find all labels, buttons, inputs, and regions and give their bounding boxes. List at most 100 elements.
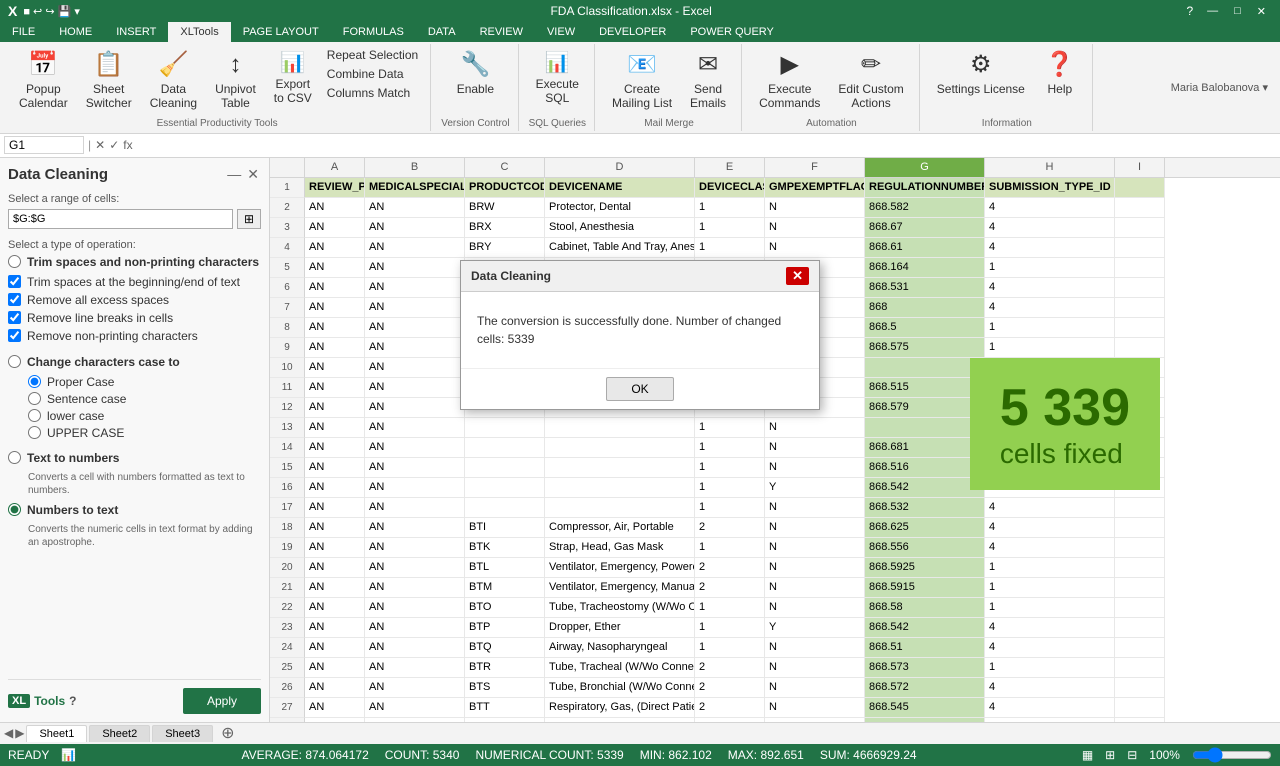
cell-G16[interactable]: 868.542 bbox=[865, 478, 985, 498]
help-button[interactable]: ❓ Help bbox=[1036, 46, 1084, 101]
cell-H22[interactable]: 1 bbox=[985, 598, 1115, 618]
cell-A5[interactable]: AN bbox=[305, 258, 365, 278]
cell-I2[interactable] bbox=[1115, 198, 1165, 218]
cell-B25[interactable]: AN bbox=[365, 658, 465, 678]
zoom-break-icon[interactable]: ⊟ bbox=[1127, 748, 1137, 762]
zoom-normal-icon[interactable]: ▦ bbox=[1082, 748, 1093, 762]
cell-G13[interactable] bbox=[865, 418, 985, 438]
cell-A9[interactable]: AN bbox=[305, 338, 365, 358]
apply-button[interactable]: Apply bbox=[183, 688, 261, 714]
cell-b1[interactable]: MEDICALSPECIALTY bbox=[365, 178, 465, 198]
cell-C19[interactable]: BTK bbox=[465, 538, 545, 558]
cell-C22[interactable]: BTO bbox=[465, 598, 545, 618]
settings-license-button[interactable]: ⚙ Settings License bbox=[930, 46, 1032, 101]
cell-I4[interactable] bbox=[1115, 238, 1165, 258]
cell-G5[interactable]: 868.164 bbox=[865, 258, 985, 278]
cell-B13[interactable]: AN bbox=[365, 418, 465, 438]
remove-non-printing-check[interactable] bbox=[8, 329, 21, 342]
cell-D24[interactable]: Airway, Nasopharyngeal bbox=[545, 638, 695, 658]
zoom-page-icon[interactable]: ⊞ bbox=[1105, 748, 1115, 762]
cell-H24[interactable]: 4 bbox=[985, 638, 1115, 658]
cell-D4[interactable]: Cabinet, Table And Tray, Anesthesia bbox=[545, 238, 695, 258]
cell-I26[interactable] bbox=[1115, 678, 1165, 698]
cell-A11[interactable]: AN bbox=[305, 378, 365, 398]
cell-A13[interactable]: AN bbox=[305, 418, 365, 438]
cell-I21[interactable] bbox=[1115, 578, 1165, 598]
cell-E16[interactable]: 1 bbox=[695, 478, 765, 498]
cell-I8[interactable] bbox=[1115, 318, 1165, 338]
cell-A18[interactable]: AN bbox=[305, 518, 365, 538]
cell-A17[interactable]: AN bbox=[305, 498, 365, 518]
popup-calendar-button[interactable]: 📅 PopupCalendar bbox=[12, 46, 75, 116]
cell-H25[interactable]: 1 bbox=[985, 658, 1115, 678]
cell-E23[interactable]: 1 bbox=[695, 618, 765, 638]
cell-B6[interactable]: AN bbox=[365, 278, 465, 298]
remove-line-breaks-check[interactable] bbox=[8, 311, 21, 324]
sidebar-minimize-button[interactable]: — bbox=[225, 166, 243, 183]
cell-I9[interactable] bbox=[1115, 338, 1165, 358]
cell-F22[interactable]: N bbox=[765, 598, 865, 618]
cell-C13[interactable] bbox=[465, 418, 545, 438]
cell-H19[interactable]: 4 bbox=[985, 538, 1115, 558]
cell-F24[interactable]: N bbox=[765, 638, 865, 658]
cell-B9[interactable]: AN bbox=[365, 338, 465, 358]
cell-D3[interactable]: Stool, Anesthesia bbox=[545, 218, 695, 238]
cell-G21[interactable]: 868.5915 bbox=[865, 578, 985, 598]
cell-H5[interactable]: 1 bbox=[985, 258, 1115, 278]
send-emails-button[interactable]: ✉ SendEmails bbox=[683, 46, 733, 116]
col-header-i[interactable]: I bbox=[1115, 158, 1165, 177]
unpivot-table-button[interactable]: ↕ UnpivotTable bbox=[208, 46, 263, 116]
cell-A7[interactable]: AN bbox=[305, 298, 365, 318]
cell-B24[interactable]: AN bbox=[365, 638, 465, 658]
cell-I20[interactable] bbox=[1115, 558, 1165, 578]
cell-B10[interactable]: AN bbox=[365, 358, 465, 378]
dialog-ok-button[interactable]: OK bbox=[606, 377, 673, 401]
cell-E4[interactable]: 1 bbox=[695, 238, 765, 258]
cell-D14[interactable] bbox=[545, 438, 695, 458]
cell-F4[interactable]: N bbox=[765, 238, 865, 258]
cell-e1[interactable]: DEVICECLASS bbox=[695, 178, 765, 198]
cell-C23[interactable]: BTP bbox=[465, 618, 545, 638]
tab-home[interactable]: HOME bbox=[47, 22, 104, 42]
cell-I5[interactable] bbox=[1115, 258, 1165, 278]
trim-radio[interactable] bbox=[8, 255, 21, 268]
cell-C3[interactable]: BRX bbox=[465, 218, 545, 238]
cell-F27[interactable]: N bbox=[765, 698, 865, 718]
export-csv-button[interactable]: 📊 Exportto CSV bbox=[267, 46, 319, 111]
cell-I24[interactable] bbox=[1115, 638, 1165, 658]
zoom-slider[interactable] bbox=[1192, 747, 1272, 763]
cell-C20[interactable]: BTL bbox=[465, 558, 545, 578]
cell-F3[interactable]: N bbox=[765, 218, 865, 238]
cell-D25[interactable]: Tube, Tracheal (W/Wo Connector) bbox=[545, 658, 695, 678]
execute-commands-button[interactable]: ▶ ExecuteCommands bbox=[752, 46, 827, 116]
cell-B4[interactable]: AN bbox=[365, 238, 465, 258]
cell-A6[interactable]: AN bbox=[305, 278, 365, 298]
cell-D17[interactable] bbox=[545, 498, 695, 518]
col-header-b[interactable]: B bbox=[365, 158, 465, 177]
cell-D15[interactable] bbox=[545, 458, 695, 478]
cell-A24[interactable]: AN bbox=[305, 638, 365, 658]
cell-H23[interactable]: 4 bbox=[985, 618, 1115, 638]
sheet-tab-3[interactable]: Sheet3 bbox=[152, 725, 213, 742]
cell-E21[interactable]: 2 bbox=[695, 578, 765, 598]
columns-match-button[interactable]: Columns Match bbox=[323, 84, 422, 102]
cell-f1[interactable]: GMPEXEMPTFLAG bbox=[765, 178, 865, 198]
col-header-f[interactable]: F bbox=[765, 158, 865, 177]
cell-D2[interactable]: Protector, Dental bbox=[545, 198, 695, 218]
tab-xltools[interactable]: XLTools bbox=[168, 22, 230, 42]
cell-I23[interactable] bbox=[1115, 618, 1165, 638]
cell-E24[interactable]: 1 bbox=[695, 638, 765, 658]
tab-file[interactable]: FILE bbox=[0, 22, 47, 42]
cell-F13[interactable]: N bbox=[765, 418, 865, 438]
cell-C26[interactable]: BTS bbox=[465, 678, 545, 698]
case-radio[interactable] bbox=[8, 355, 21, 368]
help-sidebar-icon[interactable]: ? bbox=[69, 694, 76, 708]
col-header-a[interactable]: A bbox=[305, 158, 365, 177]
dialog-close-button[interactable]: ✕ bbox=[786, 267, 809, 285]
tab-view[interactable]: VIEW bbox=[535, 22, 587, 42]
cell-E17[interactable]: 1 bbox=[695, 498, 765, 518]
cell-E22[interactable]: 1 bbox=[695, 598, 765, 618]
cell-B14[interactable]: AN bbox=[365, 438, 465, 458]
cell-G26[interactable]: 868.572 bbox=[865, 678, 985, 698]
cell-I19[interactable] bbox=[1115, 538, 1165, 558]
